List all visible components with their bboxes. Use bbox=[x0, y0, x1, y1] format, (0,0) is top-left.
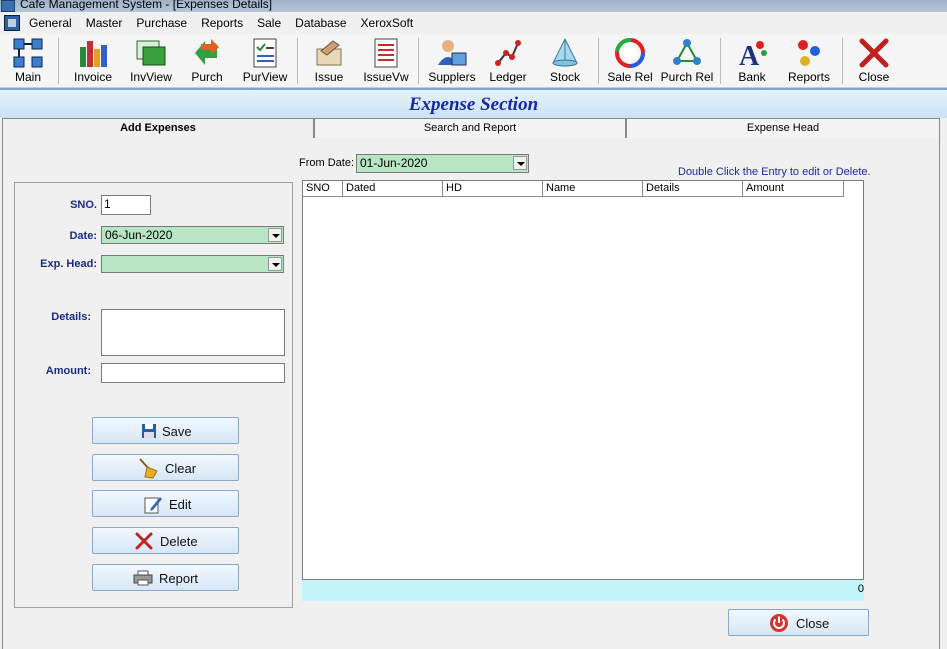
ledger-icon bbox=[495, 40, 521, 66]
column-header-name[interactable]: Name bbox=[543, 181, 643, 197]
sno-field[interactable]: 1 bbox=[101, 195, 151, 215]
toolbar-separator bbox=[598, 38, 599, 84]
floppy-disk-icon bbox=[142, 424, 156, 438]
printer-icon bbox=[133, 570, 153, 586]
column-header-details[interactable]: Details bbox=[643, 181, 743, 197]
toolbar-separator bbox=[58, 38, 59, 84]
menu-database[interactable]: Database bbox=[288, 16, 353, 30]
toolbar-purview-button[interactable]: PurView bbox=[238, 34, 292, 88]
toolbar: Main Invoice InvView Purch PurView Issue bbox=[0, 34, 947, 88]
menu-general[interactable]: General bbox=[22, 16, 79, 30]
toolbar-issuevw-button[interactable]: IssueVw bbox=[360, 34, 412, 88]
chevron-down-icon[interactable] bbox=[268, 257, 282, 271]
chevron-down-icon[interactable] bbox=[513, 156, 527, 170]
section-header: Expense Section bbox=[0, 88, 947, 118]
expense-grid[interactable]: SNO Dated HD Name Details Amount bbox=[302, 180, 864, 580]
menu-master[interactable]: Master bbox=[79, 16, 130, 30]
close-icon bbox=[859, 38, 889, 68]
record-count: 0 bbox=[857, 583, 864, 595]
title-bar: Cafe Management System - [Expenses Detai… bbox=[0, 0, 947, 12]
details-field[interactable] bbox=[101, 309, 285, 356]
broom-icon bbox=[139, 458, 158, 479]
app-icon bbox=[1, 0, 15, 12]
edit-button[interactable]: Edit bbox=[92, 490, 239, 517]
date-label: Date: bbox=[69, 230, 97, 242]
stock-icon bbox=[552, 37, 578, 67]
tab-expense-head[interactable]: Expense Head bbox=[626, 118, 940, 138]
column-header-hd[interactable]: HD bbox=[443, 181, 543, 197]
menu-bar: General Master Purchase Reports Sale Dat… bbox=[0, 12, 947, 34]
issuevw-icon bbox=[374, 38, 398, 68]
supplers-icon bbox=[438, 40, 467, 66]
toolbar-separator bbox=[842, 38, 843, 84]
details-label: Details: bbox=[51, 311, 91, 323]
menu-sale[interactable]: Sale bbox=[250, 16, 288, 30]
purch-icon bbox=[195, 39, 219, 65]
system-menu-icon[interactable] bbox=[4, 15, 20, 31]
toolbar-bank-button[interactable]: A Bank bbox=[728, 34, 776, 88]
sale-rel-icon bbox=[615, 38, 645, 68]
date-value: 06-Jun-2020 bbox=[105, 228, 173, 242]
amount-label: Amount: bbox=[45, 365, 91, 377]
delete-button[interactable]: Delete bbox=[92, 527, 239, 554]
total-bar: 0 bbox=[302, 580, 864, 601]
toolbar-close-button[interactable]: Close bbox=[850, 34, 898, 88]
main-icon bbox=[13, 38, 43, 68]
grid-header: SNO Dated HD Name Details Amount bbox=[303, 181, 844, 197]
from-date-picker[interactable]: 01-Jun-2020 bbox=[356, 154, 529, 173]
column-header-sno[interactable]: SNO bbox=[303, 181, 343, 197]
tab-strip: Add Expenses Search and Report Expense H… bbox=[2, 118, 940, 139]
toolbar-separator bbox=[720, 38, 721, 84]
tab-add-expenses[interactable]: Add Expenses bbox=[2, 118, 314, 139]
column-header-dated[interactable]: Dated bbox=[343, 181, 443, 197]
from-date-value: 01-Jun-2020 bbox=[360, 156, 428, 170]
tab-search-and-report[interactable]: Search and Report bbox=[314, 118, 626, 138]
toolbar-invview-button[interactable]: InvView bbox=[124, 34, 178, 88]
reports-icon bbox=[798, 40, 820, 66]
toolbar-separator bbox=[418, 38, 419, 84]
bank-icon: A bbox=[739, 41, 767, 69]
purview-icon bbox=[253, 38, 277, 68]
sno-label: SNO. bbox=[70, 199, 97, 211]
toolbar-issue-button[interactable]: Issue bbox=[304, 34, 354, 88]
invview-icon bbox=[136, 40, 166, 66]
invoice-icon bbox=[80, 41, 107, 67]
exp-head-combo[interactable] bbox=[101, 255, 284, 273]
exp-head-label: Exp. Head: bbox=[40, 258, 97, 270]
date-picker[interactable]: 06-Jun-2020 bbox=[101, 226, 284, 244]
column-header-amount[interactable]: Amount bbox=[743, 181, 844, 197]
toolbar-stock-button[interactable]: Stock bbox=[540, 34, 590, 88]
toolbar-separator bbox=[297, 38, 298, 84]
toolbar-reports-button[interactable]: Reports bbox=[784, 34, 834, 88]
edit-pencil-icon bbox=[144, 497, 162, 514]
toolbar-invoice-button[interactable]: Invoice bbox=[66, 34, 120, 88]
toolbar-purch-button[interactable]: Purch bbox=[182, 34, 232, 88]
amount-field[interactable] bbox=[101, 363, 285, 383]
toolbar-supplers-button[interactable]: Supplers bbox=[424, 34, 480, 88]
purch-rel-icon bbox=[673, 39, 701, 65]
power-icon bbox=[770, 614, 788, 632]
window-title: Cafe Management System - [Expenses Detai… bbox=[20, 0, 273, 11]
issue-icon bbox=[316, 40, 342, 66]
toolbar-main-button[interactable]: Main bbox=[4, 34, 52, 88]
report-button[interactable]: Report bbox=[92, 564, 239, 591]
chevron-down-icon[interactable] bbox=[268, 228, 282, 242]
menu-reports[interactable]: Reports bbox=[194, 16, 250, 30]
delete-x-icon bbox=[135, 532, 153, 550]
toolbar-sale-rel-button[interactable]: Sale Rel bbox=[604, 34, 656, 88]
edit-hint: Double Click the Entry to edit or Delete… bbox=[678, 166, 871, 178]
menu-xeroxsoft[interactable]: XeroxSoft bbox=[354, 16, 421, 30]
section-title: Expense Section bbox=[408, 94, 539, 115]
clear-button[interactable]: Clear bbox=[92, 454, 239, 481]
save-button[interactable]: Save bbox=[92, 417, 239, 444]
toolbar-purch-rel-button[interactable]: Purch Rel bbox=[660, 34, 714, 88]
from-date-label: From Date: bbox=[299, 157, 355, 169]
toolbar-ledger-button[interactable]: Ledger bbox=[484, 34, 532, 88]
close-button[interactable]: Close bbox=[728, 609, 869, 636]
menu-purchase[interactable]: Purchase bbox=[129, 16, 194, 30]
